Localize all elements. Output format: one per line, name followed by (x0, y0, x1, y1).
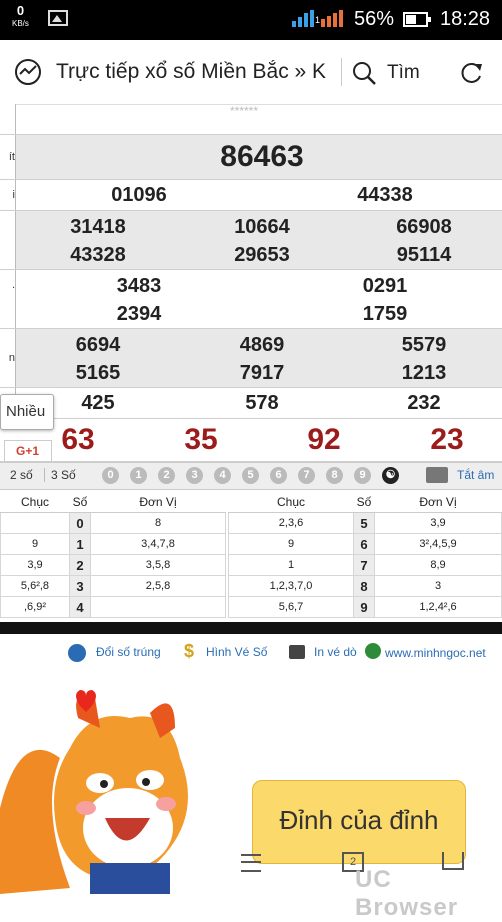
col-header: Chục (228, 492, 354, 513)
fourth-prize-row: . 3483 0291 2394 1759 (0, 270, 502, 329)
third-prize: 31418 (70, 216, 126, 238)
ball-4[interactable]: 4 (214, 467, 231, 484)
table-row: 5,6,7 9 1,2,4²,6 (228, 596, 502, 618)
printer-icon (289, 645, 305, 659)
ball-6[interactable]: 6 (270, 467, 287, 484)
table-row: 1,2,3,7,0 8 3 (228, 575, 502, 597)
table-row: 1 7 8,9 (228, 554, 502, 576)
ball-5[interactable]: 5 (242, 467, 259, 484)
three-digit-option[interactable]: 3 Số (44, 468, 76, 482)
refresh-circle-icon (68, 644, 86, 662)
col-header: Chục (0, 492, 70, 513)
uc-browser-watermark: UC Browser (355, 866, 459, 921)
site-link[interactable]: www.minhngoc.net (385, 646, 486, 660)
more-popup[interactable]: Nhiều (0, 394, 54, 430)
ball-7[interactable]: 7 (298, 467, 315, 484)
loto-table-left: Chục Số Đơn Vị 08 9 1 3,4,7,8 3,9 2 3,5,8 5,6²… (0, 492, 226, 618)
fifth-prize: 4869 (239, 334, 285, 356)
speed-dial-icon[interactable] (14, 58, 42, 86)
third-prize: 43328 (70, 244, 126, 266)
loto-table-right: Chục Số Đơn Vị 2,3,6 5 3,9 9 6 3²,4,5,9 1 7 8,9 … (228, 492, 502, 618)
menu-icon[interactable] (241, 854, 261, 872)
yin-yang-icon[interactable]: ☯ (382, 467, 399, 484)
fifth-prize-row: n 6694 4869 5579 5165 7917 1213 (0, 329, 502, 388)
fifth-prize: 5579 (401, 334, 447, 356)
col-header: Số (69, 492, 91, 513)
fifth-prize: 1213 (401, 362, 447, 384)
battery-icon (403, 12, 431, 27)
sim-number: 1 (315, 15, 321, 25)
table-row: 9 6 3²,4,5,9 (228, 533, 502, 555)
table-row: 9 1 3,4,7,8 (0, 533, 226, 555)
loto-number: 92 (307, 423, 341, 456)
sixth-prize-row: 425 578 232 (0, 388, 502, 419)
ball-1[interactable]: 1 (130, 467, 147, 484)
table-row: ,6,9² 4 (0, 596, 226, 618)
battery-percent: 56% (354, 8, 395, 30)
fifth-prize: 6694 (75, 334, 121, 356)
status-bar: 0 KB/s 1 56% 18:28 (0, 0, 502, 40)
section-divider (0, 622, 502, 634)
col-header: Số (353, 492, 375, 513)
sixth-prize: 232 (407, 392, 441, 414)
table-row: 5,6²,8 3 2,5,8 (0, 575, 226, 597)
ball-8[interactable]: 8 (326, 467, 343, 484)
table-row: 2,3,6 5 3,9 (228, 512, 502, 534)
signal-icon: 1 (290, 0, 350, 40)
gallery-icon (48, 10, 68, 26)
fourth-prize: 1759 (362, 303, 408, 325)
check-ticket-link[interactable]: Đổi số trúng (96, 645, 161, 659)
fourth-prize: 0291 (362, 275, 408, 297)
first-prize-row: i 01096 44338 (0, 180, 502, 211)
network-speed: 0 KB/s (12, 3, 29, 28)
print-link[interactable]: In vé dò (314, 645, 357, 659)
first-prize-1: 01096 (111, 184, 167, 206)
sixth-prize: 578 (245, 392, 279, 414)
find-button[interactable]: Tìm (387, 62, 420, 84)
fifth-prize: 7917 (239, 362, 285, 384)
keyboard-icon[interactable] (426, 467, 448, 483)
result-row-top: ****** (0, 104, 502, 135)
ball-2[interactable]: 2 (158, 467, 175, 484)
fourth-prize: 2394 (116, 303, 162, 325)
google-plus-button[interactable]: G+1 (4, 440, 52, 462)
clock: 18:28 (440, 8, 491, 30)
mute-button[interactable]: Tắt âm (457, 468, 494, 482)
third-prize-row: 31418 10664 66908 43328 29653 95114 (0, 211, 502, 270)
table-row: 08 (0, 512, 226, 534)
ball-0[interactable]: 0 (102, 467, 119, 484)
fourth-prize: 3483 (116, 275, 162, 297)
top-partial-text: ****** (230, 104, 259, 118)
ticket-images-link[interactable]: Hình Vé Số (206, 645, 267, 659)
address-bar: Trực tiếp xổ số Miền Bắc » K Tìm (0, 40, 502, 105)
first-prize-2: 44338 (357, 184, 413, 206)
footer-links: Đổi số trúng $ Hình Vé Số In vé dò www.m… (0, 636, 502, 670)
loto-controls: 2 số 3 Số 0 1 2 3 4 5 6 7 8 9 ☯ Tắt âm (0, 462, 502, 490)
third-prize: 66908 (396, 216, 452, 238)
table-row: 3,9 2 3,5,8 (0, 554, 226, 576)
col-header: Đơn Vị (374, 492, 502, 513)
fifth-prize: 5165 (75, 362, 121, 384)
page-title[interactable]: Trực tiếp xổ số Miền Bắc » K (56, 60, 336, 84)
refresh-icon[interactable] (458, 60, 484, 86)
divider (341, 58, 342, 86)
special-prize-row: ít 86463 (0, 135, 502, 180)
loto-number: 23 (430, 423, 464, 456)
third-prize: 10664 (234, 216, 290, 238)
ball-3[interactable]: 3 (186, 467, 203, 484)
two-digit-option[interactable]: 2 số (10, 468, 33, 482)
globe-icon (365, 643, 381, 659)
loto-row: 63 35 92 23 (0, 419, 502, 462)
special-prize: 86463 (220, 140, 304, 173)
third-prize: 95114 (396, 244, 452, 266)
col-header: Đơn Vị (90, 492, 226, 513)
dollar-icon: $ (184, 641, 195, 661)
more-label: Nhiều (6, 403, 46, 420)
third-prize: 29653 (234, 244, 290, 266)
ball-9[interactable]: 9 (354, 467, 371, 484)
speech-text: Đỉnh của đỉnh (279, 805, 439, 835)
search-icon[interactable] (351, 60, 377, 86)
loto-number: 35 (184, 423, 218, 456)
